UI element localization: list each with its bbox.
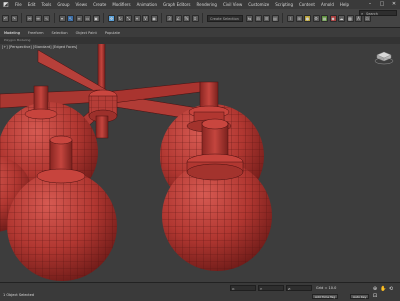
schematic-view-icon[interactable]: ⊞ [295,14,303,22]
minimize-icon[interactable]: – [364,0,376,9]
reference-coord-icon[interactable]: V [142,14,149,22]
select-by-name-icon[interactable]: ≡ [75,14,83,22]
search-icon: ⌕ [361,11,364,16]
menu-item-views[interactable]: Views [73,0,91,9]
chandelier-mesh [0,44,272,281]
render-cloud-icon[interactable]: ☁ [338,14,345,22]
search-field[interactable]: ⌕ Search [359,10,397,16]
main-toolbar: ↶ ↷ ⚯ ⚮ ∿ ▾ ↖ ≡ ▭ ▣ ✥ ↻ ⤡ ⌖ V ◉ 3 ∠ % ⇕ … [0,9,400,28]
viewport-label[interactable]: [+] [Perspective] [Standard] [Edged Face… [2,45,77,49]
ribbon-tab-modeling[interactable]: Modeling [0,31,24,35]
menu-item-graph-editors[interactable]: Graph Editors [160,0,193,9]
menu-item-modifiers[interactable]: Modifiers [109,0,133,9]
link-icon[interactable]: ⚯ [26,14,33,22]
hub-lower-stem [95,115,109,139]
window-crossing-icon[interactable]: ▣ [92,14,100,22]
ribbon-tab-freeform[interactable]: Freeform [24,31,48,35]
menu-item-file[interactable]: File [12,0,25,9]
zoom-icon[interactable]: ⊕ [372,286,378,292]
scale-icon[interactable]: ⤡ [125,14,132,22]
material-editor-icon[interactable]: ● [304,14,311,22]
app-logo-icon[interactable]: ◩ [0,0,12,9]
menu-item-create[interactable]: Create [90,0,109,9]
ribbon-tab-object-paint[interactable]: Object Paint [72,31,101,35]
search-label: Search [366,12,379,16]
layer-explorer-icon[interactable]: ☰ [263,14,270,22]
menu-item-rendering[interactable]: Rendering [194,0,220,9]
ribbon-tab-populate[interactable]: Populate [101,31,124,35]
status-bar: 1 Object Selected X: Y: Z: Grid = 10.0 A… [0,282,400,301]
ribbon-sub-label: Polygon Modeling [4,38,31,42]
window-controls: – □ ✕ [364,0,400,9]
menu-item-content[interactable]: Content [296,0,318,9]
close-icon[interactable]: ✕ [388,0,400,9]
orbit-icon[interactable]: ⟲ [388,286,394,292]
rendered-frame-icon[interactable]: ▦ [321,14,328,22]
viewcube-icon[interactable] [374,50,394,66]
curve-editor-icon[interactable]: ⌇ [287,14,294,22]
menu-item-animation[interactable]: Animation [134,0,160,9]
render-setup-icon[interactable]: ⚙ [312,14,320,22]
percent-snap-icon[interactable]: % [183,14,190,22]
x-label: X: [232,287,236,291]
z-coord-field[interactable]: Z: [286,285,312,291]
rotate-icon[interactable]: ↻ [116,14,124,22]
maximize-viewport-icon[interactable]: ⊡ [372,293,378,299]
angle-snap-icon[interactable]: ∠ [174,14,182,22]
menu-item-scripting[interactable]: Scripting [272,0,296,9]
undo-icon[interactable]: ↶ [2,14,9,22]
redo-icon[interactable]: ↷ [10,14,18,22]
spinner-snap-icon[interactable]: ⇕ [191,14,199,22]
ribbon-tab-list: Modeling Freeform Selection Object Paint Pop… [0,31,124,35]
select-object-icon[interactable]: ↖ [67,14,74,22]
pivot-center-icon[interactable]: ◉ [150,14,158,22]
auto-key-button[interactable]: Auto Key [350,294,370,299]
a360-gallery-icon[interactable]: ▩ [346,14,354,22]
menu-item-group[interactable]: Group [54,0,72,9]
y-label: Y: [260,287,263,291]
menu-items: File Edit Tools Group Views Create Modifiers An… [12,0,352,9]
menu-item-arnold[interactable]: Arnold [318,0,337,9]
rect-region-icon[interactable]: ▭ [84,14,91,22]
menu-item-customize[interactable]: Customize [245,0,272,9]
bind-space-warp-icon[interactable]: ∿ [43,14,50,22]
perspective-viewport[interactable]: [+] [Perspective] [Standard] [Edged Face… [0,44,400,282]
place-icon[interactable]: ⌖ [133,14,141,22]
menu-bar: ◩ File Edit Tools Group Views Create Modifiers… [0,0,400,9]
menu-item-edit[interactable]: Edit [25,0,39,9]
unlink-icon[interactable]: ⚮ [34,14,42,22]
move-icon[interactable]: ✥ [108,14,115,22]
z-label: Z: [288,287,292,291]
add-time-tag-button[interactable]: Add Time Tag [312,294,339,299]
toggle-ribbon-icon[interactable]: ▤ [271,14,279,22]
ribbon-tab-selection[interactable]: Selection [48,31,72,35]
mirror-icon[interactable]: ⇆ [246,14,253,22]
x-coord-field[interactable]: X: [230,285,256,291]
menu-item-civil-view[interactable]: Civil View [220,0,245,9]
menu-item-help[interactable]: Help [337,0,352,9]
menu-item-tools[interactable]: Tools [38,0,54,9]
align-icon[interactable]: ⊟ [254,14,262,22]
y-coord-field[interactable]: Y: [258,285,284,291]
selection-filter-icon[interactable]: ▾ [58,14,66,22]
render-icon[interactable]: ◆ [329,14,337,22]
selection-set-dropdown[interactable]: Create Selection Set [207,14,243,22]
maximize-icon[interactable]: □ [376,0,388,9]
grid-readout: Grid = 10.0 [316,286,337,290]
snaps-toggle-icon[interactable]: 3 [166,14,173,22]
selection-status: 1 Object Selected [3,293,35,297]
pan-icon[interactable]: ✋ [380,286,386,292]
